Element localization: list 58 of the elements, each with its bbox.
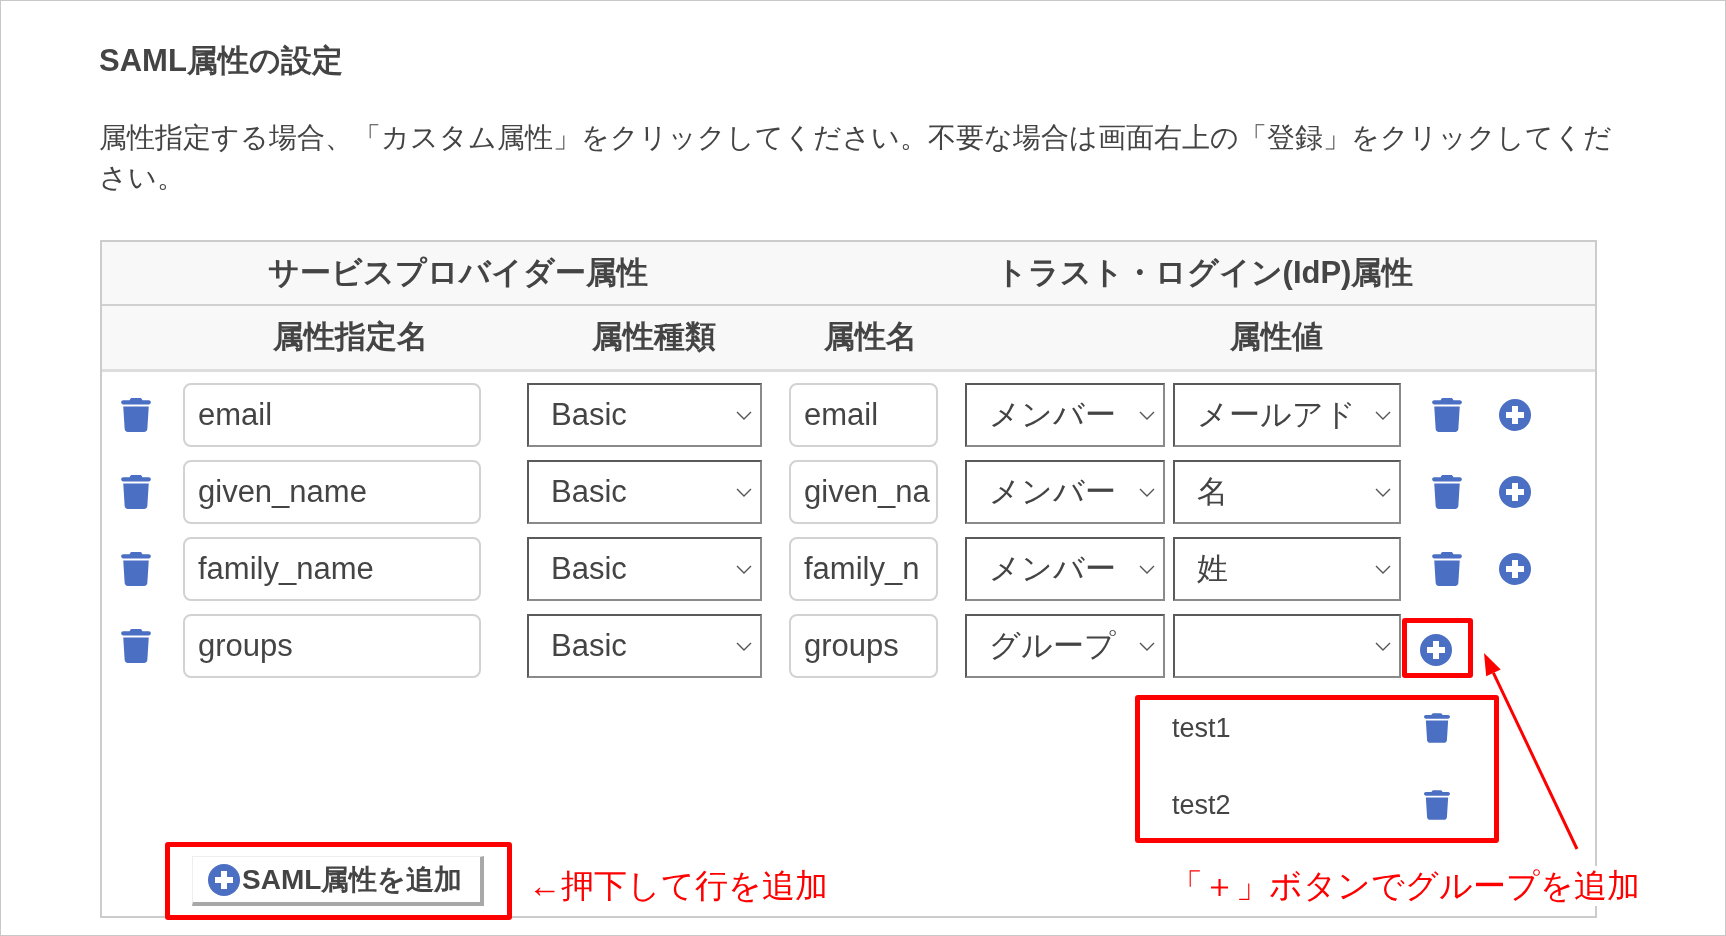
trash-icon[interactable]	[1424, 713, 1450, 743]
text-field[interactable]: family_name	[183, 537, 481, 601]
text-field[interactable]: given_na	[789, 460, 938, 524]
trash-icon[interactable]	[1432, 552, 1462, 586]
chevron-down-icon	[1375, 410, 1391, 420]
plus-circle-icon[interactable]	[1499, 476, 1531, 508]
add-attribute-button[interactable]: SAML属性を追加	[192, 856, 484, 906]
chevron-down-icon	[736, 564, 752, 574]
group-name: test1	[1172, 711, 1231, 745]
column-header: 属性指定名	[272, 318, 428, 357]
dropdown[interactable]: Basic	[527, 537, 762, 601]
section-title: SAML属性の設定	[99, 42, 343, 80]
dropdown[interactable]: グループ	[965, 614, 1165, 678]
trash-icon[interactable]	[1432, 398, 1462, 432]
plus-circle-icon[interactable]	[1499, 553, 1531, 585]
text-field[interactable]: family_n	[789, 537, 938, 601]
annotation-text: ←押下して行を追加	[528, 866, 828, 906]
trash-icon[interactable]	[1432, 475, 1462, 509]
trash-icon[interactable]	[1424, 790, 1450, 820]
column-header: 属性種類	[592, 318, 716, 357]
dropdown[interactable]: メールアド	[1173, 383, 1401, 447]
text-field[interactable]: groups	[789, 614, 938, 678]
dropdown[interactable]: Basic	[527, 383, 762, 447]
chevron-down-icon	[1139, 564, 1155, 574]
column-group-header: トラスト・ログイン(IdP)属性	[995, 253, 1414, 292]
trash-icon[interactable]	[121, 629, 151, 663]
dropdown[interactable]: メンバー	[965, 383, 1165, 447]
dropdown[interactable]: Basic	[527, 460, 762, 524]
chevron-down-icon	[1139, 641, 1155, 651]
text-field[interactable]: groups	[183, 614, 481, 678]
text-field[interactable]: given_name	[183, 460, 481, 524]
trash-icon[interactable]	[121, 398, 151, 432]
column-group-header: サービスプロバイダー属性	[268, 253, 648, 292]
plus-circle-icon[interactable]	[1499, 399, 1531, 431]
dropdown[interactable]	[1173, 614, 1401, 678]
chevron-down-icon	[736, 487, 752, 497]
dropdown[interactable]: メンバー	[965, 460, 1165, 524]
plus-circle-icon[interactable]	[1419, 634, 1452, 666]
description-text: 属性指定する場合、「カスタム属性」をクリックしてください。不要な場合は画面右上の「登録」をクリックしてください。	[99, 121, 1613, 195]
chevron-down-icon	[1375, 487, 1391, 497]
dropdown[interactable]: 名	[1173, 460, 1401, 524]
text-field[interactable]: email	[789, 383, 938, 447]
column-header: 属性値	[1229, 318, 1323, 357]
trash-icon[interactable]	[121, 475, 151, 509]
dropdown[interactable]: 姓	[1173, 537, 1401, 601]
chevron-down-icon	[1375, 641, 1391, 651]
trash-icon[interactable]	[121, 552, 151, 586]
plus-circle-icon	[208, 863, 240, 896]
chevron-down-icon	[1139, 487, 1155, 497]
chevron-down-icon	[736, 641, 752, 651]
chevron-down-icon	[736, 410, 752, 420]
chevron-down-icon	[1139, 410, 1155, 420]
dropdown[interactable]: Basic	[527, 614, 762, 678]
chevron-down-icon	[1375, 564, 1391, 574]
dropdown[interactable]: メンバー	[965, 537, 1165, 601]
text-field[interactable]: email	[183, 383, 481, 447]
column-header: 属性名	[823, 318, 917, 357]
group-name: test2	[1172, 788, 1231, 822]
